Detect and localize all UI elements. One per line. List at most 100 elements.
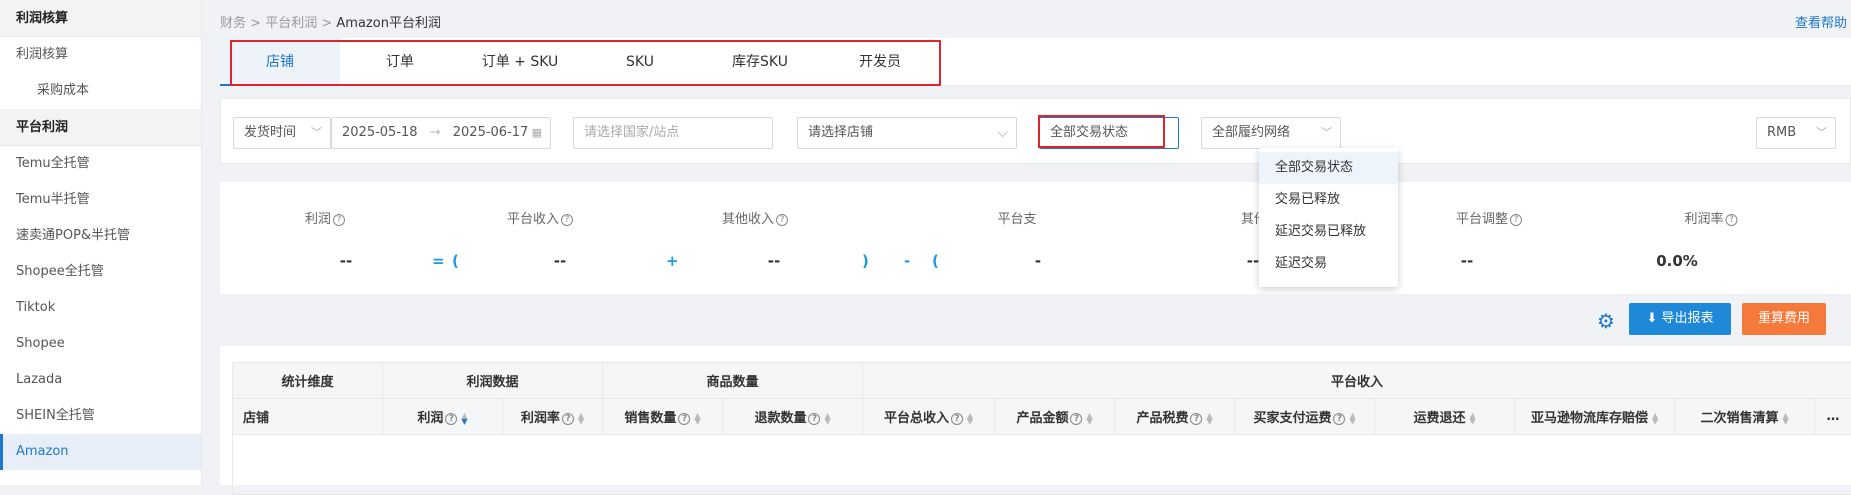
chevron-down-icon: ⌵ [997, 118, 1008, 148]
filter-bar: 发货时间 ﹀ 2025-05-18 → 2025-06-17 ▦ 请选择国家/站… [220, 98, 1851, 164]
help-icon: ? [561, 214, 573, 226]
column-header-shop: 店铺 [233, 399, 383, 435]
shop-placeholder: 请选择店铺 [808, 125, 873, 140]
breadcrumb-separator: > [321, 16, 332, 31]
chevron-down-icon: ﹀ [1816, 118, 1827, 148]
table-row-empty [233, 435, 1851, 495]
date-range-picker[interactable]: 2025-05-18 → 2025-06-17 ▦ [331, 117, 551, 149]
date-start: 2025-05-18 [342, 125, 418, 140]
chevron-down-icon: ﹀ [1321, 118, 1332, 148]
sort-icon: ▲▼ [1469, 413, 1475, 425]
help-icon: ? [445, 413, 457, 425]
column-header-shipping-refund[interactable]: 运费退还▲▼ [1375, 399, 1515, 435]
column-header-platform-total-income[interactable]: 平台总收入?▲▼ [863, 399, 995, 435]
breadcrumb-platform-profit[interactable]: 平台利润 [265, 16, 317, 31]
sidebar-item-lazada[interactable]: Lazada [0, 362, 201, 398]
export-report-label: 导出报表 [1662, 311, 1714, 326]
sidebar-item-shein-full[interactable]: SHEIN全托管 [0, 398, 201, 434]
operator-close-paren: ) [862, 252, 869, 270]
breadcrumb: 财务 > 平台利润 > Amazon平台利润 [220, 12, 441, 31]
currency-select[interactable]: RMB ﹀ [1756, 117, 1836, 149]
sort-icon: ▲▼ [1349, 413, 1355, 425]
profit-table: 统计维度 利润数据 商品数量 平台收入 店铺 利润?▲▼ 利润率?▲▼ 销售数量… [232, 362, 1851, 495]
help-link[interactable]: 查看帮助 [1795, 12, 1847, 31]
sort-icon: ▲▼ [578, 413, 584, 425]
metric-label-platform-expense: 平台支 [997, 208, 1036, 227]
help-icon: ? [1726, 214, 1738, 226]
chevron-down-icon: ﹀ [311, 118, 322, 148]
metric-label-other-income: 其他收入? [722, 208, 788, 227]
sort-icon: ▲▼ [694, 413, 700, 425]
sidebar-item-temu-full[interactable]: Temu全托管 [0, 146, 201, 182]
group-header-profit-data: 利润数据 [383, 363, 603, 399]
trade-status-dropdown: 全部交易状态 交易已释放 延迟交易已释放 延迟交易 [1259, 148, 1398, 287]
date-type-select[interactable]: 发货时间 ﹀ [233, 117, 331, 149]
date-end: 2025-06-17 [453, 125, 529, 140]
column-header-profit-rate[interactable]: 利润率?▲▼ [503, 399, 603, 435]
sort-icon: ▲▼ [1086, 413, 1092, 425]
sidebar-item-purchase-cost[interactable]: 采购成本 [0, 73, 201, 109]
column-header-sales-qty[interactable]: 销售数量?▲▼ [603, 399, 723, 435]
country-site-placeholder: 请选择国家/站点 [584, 125, 679, 140]
sidebar-item-profit-accounting[interactable]: 利润核算 [0, 37, 201, 73]
dropdown-option-all-status[interactable]: 全部交易状态 [1259, 152, 1398, 184]
metric-label-platform-adjust: 平台调整? [1456, 208, 1522, 227]
breadcrumb-separator: > [250, 16, 261, 31]
column-header-more: … [1815, 399, 1851, 435]
gear-icon[interactable]: ⚙ [1597, 309, 1615, 333]
column-header-product-amount[interactable]: 产品金额?▲▼ [995, 399, 1115, 435]
operator-open-paren: ( [452, 252, 459, 270]
column-header-fba-inventory-compensation[interactable]: 亚马逊物流库存赔偿▲▼ [1515, 399, 1675, 435]
help-icon: ? [1510, 214, 1522, 226]
shop-select[interactable]: 请选择店铺 ⌵ [797, 117, 1017, 149]
metric-label-profit-rate: 利润率? [1684, 208, 1737, 227]
breadcrumb-finance[interactable]: 财务 [220, 16, 246, 31]
main-content: 财务 > 平台利润 > Amazon平台利润 查看帮助 店铺 订单 订单 + S… [220, 0, 1851, 485]
sidebar-item-aliexpress[interactable]: 速卖通POP&半托管 [0, 218, 201, 254]
sidebar-group-profit-accounting: 利润核算 [0, 0, 201, 37]
help-icon: ? [1070, 413, 1082, 425]
metric-value-platform-income: -- [554, 252, 566, 270]
sidebar-item-tiktok[interactable]: Tiktok [0, 290, 201, 326]
metric-value-other-expense: -- [1247, 252, 1259, 270]
fulfillment-select[interactable]: 全部履约网络 ﹀ [1201, 117, 1341, 149]
help-icon: ? [951, 413, 963, 425]
download-icon: ⬇ [1646, 311, 1657, 326]
metric-label-platform-income: 平台收入? [507, 208, 573, 227]
sidebar-item-amazon[interactable]: Amazon [0, 434, 201, 470]
column-header-profit[interactable]: 利润?▲▼ [383, 399, 503, 435]
export-report-button[interactable]: ⬇ 导出报表 [1629, 303, 1731, 335]
metric-value-platform-adjust: -- [1461, 252, 1473, 270]
tabs-highlight-box [230, 40, 941, 86]
help-icon: ? [1333, 413, 1345, 425]
metric-label-profit: 利润? [305, 208, 345, 227]
sort-icon: ▲▼ [461, 413, 467, 425]
operator-minus: - [904, 252, 910, 270]
sidebar-item-shopee[interactable]: Shopee [0, 326, 201, 362]
help-icon: ? [678, 413, 690, 425]
dropdown-option-released[interactable]: 交易已释放 [1259, 184, 1398, 216]
column-header-product-tax[interactable]: 产品税费?▲▼ [1115, 399, 1235, 435]
date-type-value: 发货时间 [244, 125, 296, 140]
column-header-secondary-sale-liquidation[interactable]: 二次销售清算▲▼ [1675, 399, 1815, 435]
sidebar-group-platform-profit: 平台利润 [0, 109, 201, 146]
dropdown-option-delayed-released[interactable]: 延迟交易已释放 [1259, 216, 1398, 248]
fulfillment-value: 全部履约网络 [1212, 125, 1290, 140]
recalculate-fees-button[interactable]: 重算费用 [1742, 303, 1826, 335]
sidebar-item-shopee-full[interactable]: Shopee全托管 [0, 254, 201, 290]
country-site-select[interactable]: 请选择国家/站点 [573, 117, 773, 149]
sort-icon: ▲▼ [967, 413, 973, 425]
currency-value: RMB [1767, 125, 1796, 140]
sort-icon: ▲▼ [824, 413, 830, 425]
column-header-refund-qty[interactable]: 退款数量?▲▼ [723, 399, 863, 435]
trade-status-highlight-box [1038, 115, 1165, 148]
breadcrumb-current: Amazon平台利润 [336, 16, 441, 31]
profit-table-container: 统计维度 利润数据 商品数量 平台收入 店铺 利润?▲▼ 利润率?▲▼ 销售数量… [220, 346, 1851, 485]
profit-summary: 利润? 平台收入? 其他收入? 平台支 其他支出? 平台调整? 利润率? -- … [220, 182, 1851, 294]
calendar-icon: ▦ [532, 118, 542, 148]
dropdown-option-delayed[interactable]: 延迟交易 [1259, 248, 1398, 280]
metric-value-platform-expense: - [1035, 252, 1041, 270]
sidebar-item-temu-semi[interactable]: Temu半托管 [0, 182, 201, 218]
metric-value-profit-rate: 0.0% [1656, 252, 1698, 270]
column-header-buyer-shipping[interactable]: 买家支付运费?▲▼ [1235, 399, 1375, 435]
